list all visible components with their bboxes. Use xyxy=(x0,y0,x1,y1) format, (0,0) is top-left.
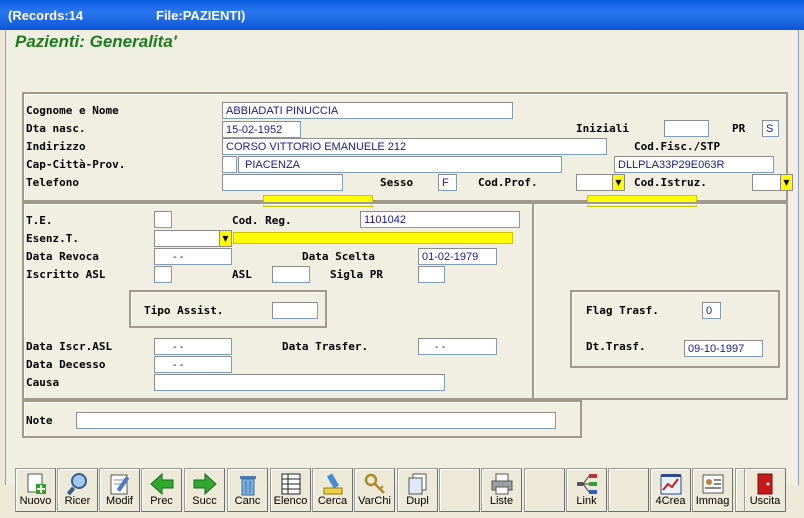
arrow-right-icon xyxy=(193,472,217,496)
sesso-field[interactable]: F xyxy=(438,174,457,191)
pr-field[interactable]: S xyxy=(762,120,779,137)
note-field[interactable] xyxy=(76,412,556,429)
label-causa: Causa xyxy=(26,376,60,389)
label-cod-fisc: Cod.Fisc./STP xyxy=(634,140,721,153)
label-cod-reg: Cod. Reg. xyxy=(232,214,292,227)
label-data-trasfer: Data Trasfer. xyxy=(282,340,369,353)
citta-field[interactable]: PIACENZA xyxy=(238,156,562,173)
trash-icon xyxy=(239,476,256,496)
telefono-field[interactable] xyxy=(222,174,343,191)
data-revoca-field[interactable]: - - xyxy=(154,248,232,265)
duplicate-icon xyxy=(408,473,426,495)
search-icon xyxy=(66,473,87,496)
iscritto-asl-field[interactable] xyxy=(154,266,172,283)
printer-icon xyxy=(491,473,512,495)
window-title-bar: (Records:14 File:PAZIENTI) xyxy=(0,0,804,30)
cod-istruz-select[interactable]: ▼ xyxy=(752,174,793,191)
elenco-button[interactable]: Elenco xyxy=(270,468,311,512)
find-icon xyxy=(323,473,342,495)
dropdown-arrow-icon[interactable]: ▼ xyxy=(612,175,624,190)
data-iscr-asl-field[interactable]: - - xyxy=(154,338,232,355)
exit-door-icon xyxy=(757,473,773,495)
label-sesso: Sesso xyxy=(380,176,414,189)
label-tipo-assist: Tipo Assist. xyxy=(144,304,224,317)
cod-reg-field[interactable]: 1101042 xyxy=(360,211,520,228)
liste-button[interactable]: Liste xyxy=(481,468,522,512)
modif-button[interactable]: Modif xyxy=(99,468,140,512)
cerca-button[interactable]: Cerca xyxy=(312,468,353,512)
indirizzo-field[interactable]: CORSO VITTORIO EMANUELE 212 xyxy=(222,138,607,155)
flag-trasf-field[interactable]: 0 xyxy=(702,302,721,319)
tipo-assist-field[interactable] xyxy=(272,302,318,319)
data-scelta-field[interactable]: 01-02-1979 xyxy=(418,248,497,265)
label-telefono: Telefono xyxy=(26,176,79,189)
cod-prof-select[interactable]: ▼ xyxy=(576,174,625,191)
new-record-icon xyxy=(27,473,46,494)
label-data-revoca: Data Revoca xyxy=(26,250,99,263)
label-dta-nasc: Dta nasc. xyxy=(26,122,86,135)
label-cod-istruz: Cod.Istruz. xyxy=(634,176,707,189)
nuovo-button[interactable]: Nuovo xyxy=(15,468,56,512)
list-icon xyxy=(281,473,300,495)
label-data-decesso: Data Decesso xyxy=(26,358,106,371)
ricer-button[interactable]: Ricer xyxy=(57,468,98,512)
form-title: Pazienti: Generalita' xyxy=(15,32,177,51)
dupl-button[interactable]: Dupl xyxy=(397,468,438,512)
canc-button[interactable]: Canc xyxy=(227,468,268,512)
4crea-button[interactable]: 4Crea xyxy=(650,468,691,512)
succ-button[interactable]: Succ xyxy=(184,468,225,512)
link-button[interactable]: Link xyxy=(566,468,607,512)
data-decesso-field[interactable]: - - xyxy=(154,356,232,373)
file-name: File:PAZIENTI) xyxy=(156,8,246,23)
cod-fisc-field[interactable]: DLLPLA33P29E063R xyxy=(614,156,774,173)
edit-icon xyxy=(110,474,129,495)
link-icon xyxy=(576,474,597,494)
empty-button-2[interactable] xyxy=(524,468,565,512)
iniziali-field[interactable] xyxy=(664,120,709,137)
arrow-left-icon xyxy=(149,472,173,496)
immag-button[interactable]: Immag xyxy=(692,468,733,512)
image-icon xyxy=(702,474,723,494)
data-trasfer-field[interactable]: - - xyxy=(418,338,497,355)
label-note: Note xyxy=(26,414,53,427)
empty-button-3[interactable] xyxy=(608,468,649,512)
prec-button[interactable]: Prec xyxy=(141,468,182,512)
keys-icon xyxy=(364,473,385,494)
label-pr: PR xyxy=(732,122,746,135)
dt-trasf-field[interactable]: 09-10-1997 xyxy=(684,340,763,357)
uscita-button[interactable]: Uscita xyxy=(744,468,786,512)
label-flag-trasf: Flag Trasf. xyxy=(586,304,659,317)
dropdown-arrow-icon[interactable]: ▼ xyxy=(780,175,792,190)
dta-nasc-field[interactable]: 15-02-1952 xyxy=(222,121,301,138)
dropdown-arrow-icon[interactable]: ▼ xyxy=(219,231,231,246)
label-asl: ASL xyxy=(232,268,252,281)
label-iniziali: Iniziali xyxy=(576,122,629,135)
label-cod-prof: Cod.Prof. xyxy=(478,176,538,189)
cognome-nome-field[interactable]: ABBIADATI PINUCCIA xyxy=(222,102,513,119)
label-esenz: Esenz.T. xyxy=(26,232,79,245)
label-data-iscr-asl: Data Iscr.ASL xyxy=(26,340,113,353)
label-data-scelta: Data Scelta xyxy=(302,250,375,263)
label-iscritto-asl: Iscritto ASL xyxy=(26,268,106,281)
varchi-button[interactable]: VarChi xyxy=(354,468,395,512)
records-count: (Records:14 xyxy=(8,8,84,23)
label-cap-citta: Cap-Città-Prov. xyxy=(26,158,126,171)
esenz-select[interactable]: ▼ xyxy=(154,230,232,247)
cap-field[interactable] xyxy=(222,156,237,173)
label-cognome-nome: Cognome e Nome xyxy=(26,104,119,117)
empty-button-1[interactable] xyxy=(439,468,480,512)
label-indirizzo: Indirizzo xyxy=(26,140,86,153)
asl-field[interactable] xyxy=(272,266,310,283)
label-sigla-pr: Sigla PR xyxy=(330,268,383,281)
te-field[interactable] xyxy=(154,211,172,228)
create-icon xyxy=(660,474,681,495)
label-dt-trasf: Dt.Trasf. xyxy=(586,340,646,353)
causa-field[interactable] xyxy=(154,374,445,391)
label-te: T.E. xyxy=(26,214,53,227)
esenz-description xyxy=(233,232,513,244)
sigla-pr-field[interactable] xyxy=(418,266,445,283)
